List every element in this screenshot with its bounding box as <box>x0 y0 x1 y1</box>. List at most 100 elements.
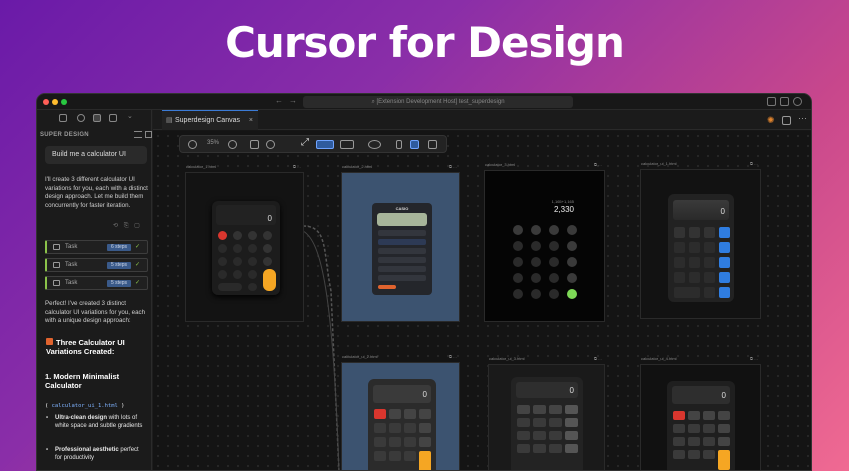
calc-key-clear <box>374 409 386 419</box>
link-icon[interactable] <box>340 140 354 149</box>
close-dot-icon[interactable] <box>43 99 49 105</box>
frame-actions-icon[interactable]: ⧉ ⋯ <box>449 164 457 169</box>
calc-key <box>549 431 562 440</box>
calc-key <box>233 244 242 253</box>
split-editor-icon[interactable] <box>782 116 791 125</box>
zoom-out-icon[interactable] <box>188 140 197 149</box>
design-frame[interactable]: calculator_2.html ⧉ ⋯ CASIO <box>341 164 460 322</box>
layers-icon[interactable] <box>109 114 117 122</box>
files-icon[interactable] <box>59 114 67 122</box>
design-canvas[interactable]: 35% ⤢ calculator_1.html ⧉ ⋯ 0 calculator… <box>153 131 811 470</box>
design-frame[interactable]: calculator_ui_3.html ⧉ ⋯ 0 <box>488 356 605 470</box>
calc-key-row <box>378 266 426 272</box>
design-frame[interactable]: calculator_1.html ⧉ ⋯ 0 <box>185 164 304 322</box>
variations-heading: Three Calculator UI Variations Created: <box>45 338 149 356</box>
tab-superdesign-canvas[interactable]: ▤ Superdesign Canvas × <box>162 110 258 130</box>
check-icon: ✓ <box>135 262 141 268</box>
design-frame[interactable]: calculator_3.html ⧉ ⋯ 1,165+1,165 2,330 <box>484 162 605 322</box>
home-icon[interactable] <box>250 140 259 149</box>
calc-expression: 1,165+1,165 <box>551 199 574 204</box>
tablet-icon[interactable] <box>410 140 419 149</box>
frame-actions-icon[interactable]: ⧉ ⋯ <box>293 164 301 169</box>
task-row[interactable]: Task 5 steps ✓ <box>45 258 148 272</box>
calc-key-row <box>378 257 426 263</box>
calc-key <box>549 257 559 267</box>
forward-arrow-icon[interactable]: → <box>289 96 297 105</box>
frame-actions-icon[interactable]: ⧉ ⋯ <box>594 356 602 361</box>
calc-key-equals <box>719 287 730 298</box>
frame-actions-icon[interactable]: ⧉ ⋯ <box>594 162 602 167</box>
calc-key-op <box>719 227 730 238</box>
calc-display: 0 <box>673 200 729 220</box>
maximize-dot-icon[interactable] <box>61 99 67 105</box>
frame-label: calculator_3.html ⧉ ⋯ <box>485 162 604 167</box>
design-frame[interactable]: calculator_ui_2.html ⧉ ⋯ 0 <box>341 354 460 470</box>
frame-title: calculator_2.html <box>342 164 373 169</box>
more-icon[interactable]: ⋯ <box>798 113 807 124</box>
new-chat-icon[interactable] <box>145 131 152 138</box>
calc-key-row <box>378 230 426 236</box>
calc-key <box>689 257 700 268</box>
calculator: 0 <box>668 194 734 302</box>
calc-key <box>419 409 431 419</box>
calc-key <box>565 444 578 453</box>
minimize-dot-icon[interactable] <box>52 99 58 105</box>
calc-key <box>531 257 541 267</box>
calc-key-op <box>719 242 730 253</box>
assistant-reply: I'll create 3 different calculator UI va… <box>45 176 148 209</box>
design-frame[interactable]: calculator_ui_1.html ⧉ ⋯ 0 <box>640 161 761 319</box>
search-icon[interactable] <box>77 114 85 122</box>
calc-key <box>419 437 431 447</box>
task-row[interactable]: Task 5 steps ✓ <box>45 276 148 290</box>
calc-key-equals <box>419 451 431 470</box>
frame-actions-icon[interactable]: ⧉ ⋯ <box>750 356 758 361</box>
panel-bottom-icon[interactable] <box>780 97 789 106</box>
calc-key <box>703 450 715 459</box>
calc-key <box>374 437 386 447</box>
desktop-icon[interactable] <box>428 140 437 149</box>
task-label: Task <box>65 244 78 250</box>
calc-key <box>704 257 715 268</box>
calc-key <box>704 227 715 238</box>
calc-display: 0 <box>516 382 578 398</box>
sidebar-title: SUPER DESIGN <box>40 132 89 138</box>
task-label: Task <box>65 280 78 286</box>
sparkle-icon[interactable]: ✺ <box>767 115 775 126</box>
list-view-icon[interactable] <box>316 140 334 149</box>
bullet-item: Professional aesthetic perfect for produ… <box>46 446 147 462</box>
menu-icon[interactable] <box>134 131 142 138</box>
frame-actions-icon[interactable]: ⧉ ⋯ <box>449 354 457 359</box>
reset-icon[interactable] <box>266 140 275 149</box>
calc-key <box>389 437 401 447</box>
calc-key <box>567 225 577 235</box>
calc-key <box>704 242 715 253</box>
calc-key <box>218 270 227 279</box>
back-arrow-icon[interactable]: ← <box>275 96 283 105</box>
feedback-icons[interactable]: ⟲ ⎘ ▢ <box>113 222 142 230</box>
calc-display: 2,330 <box>553 205 574 214</box>
task-row[interactable]: Task 6 steps ✓ <box>45 240 148 254</box>
settings-icon[interactable] <box>793 97 802 106</box>
extension-icon[interactable] <box>93 114 101 122</box>
calc-key <box>531 241 541 251</box>
design-frame[interactable]: calculator_ui_4.html ⧉ ⋯ 0 <box>640 356 761 470</box>
zoom-in-icon[interactable] <box>228 140 237 149</box>
chevron-down-icon[interactable]: ⌄ <box>127 112 133 120</box>
task-badge: 6 steps <box>107 244 131 251</box>
calc-key <box>689 272 700 283</box>
panel-left-icon[interactable] <box>767 97 776 106</box>
mobile-icon[interactable] <box>396 140 402 149</box>
calc-key <box>517 444 530 453</box>
calc-key <box>688 424 700 433</box>
calc-key <box>533 418 546 427</box>
calc-key <box>404 409 416 419</box>
globe-icon[interactable] <box>368 140 381 149</box>
headline: Cursor for Design <box>225 18 625 67</box>
expand-icon[interactable]: ⤢ <box>301 137 309 148</box>
frame-actions-icon[interactable]: ⧉ ⋯ <box>750 161 758 166</box>
command-search[interactable]: ⌕ [Extension Development Host] test_supe… <box>303 96 573 108</box>
calc-key <box>565 418 578 427</box>
calc-key <box>673 437 685 446</box>
calc-key <box>513 257 523 267</box>
close-icon[interactable]: × <box>249 111 253 131</box>
